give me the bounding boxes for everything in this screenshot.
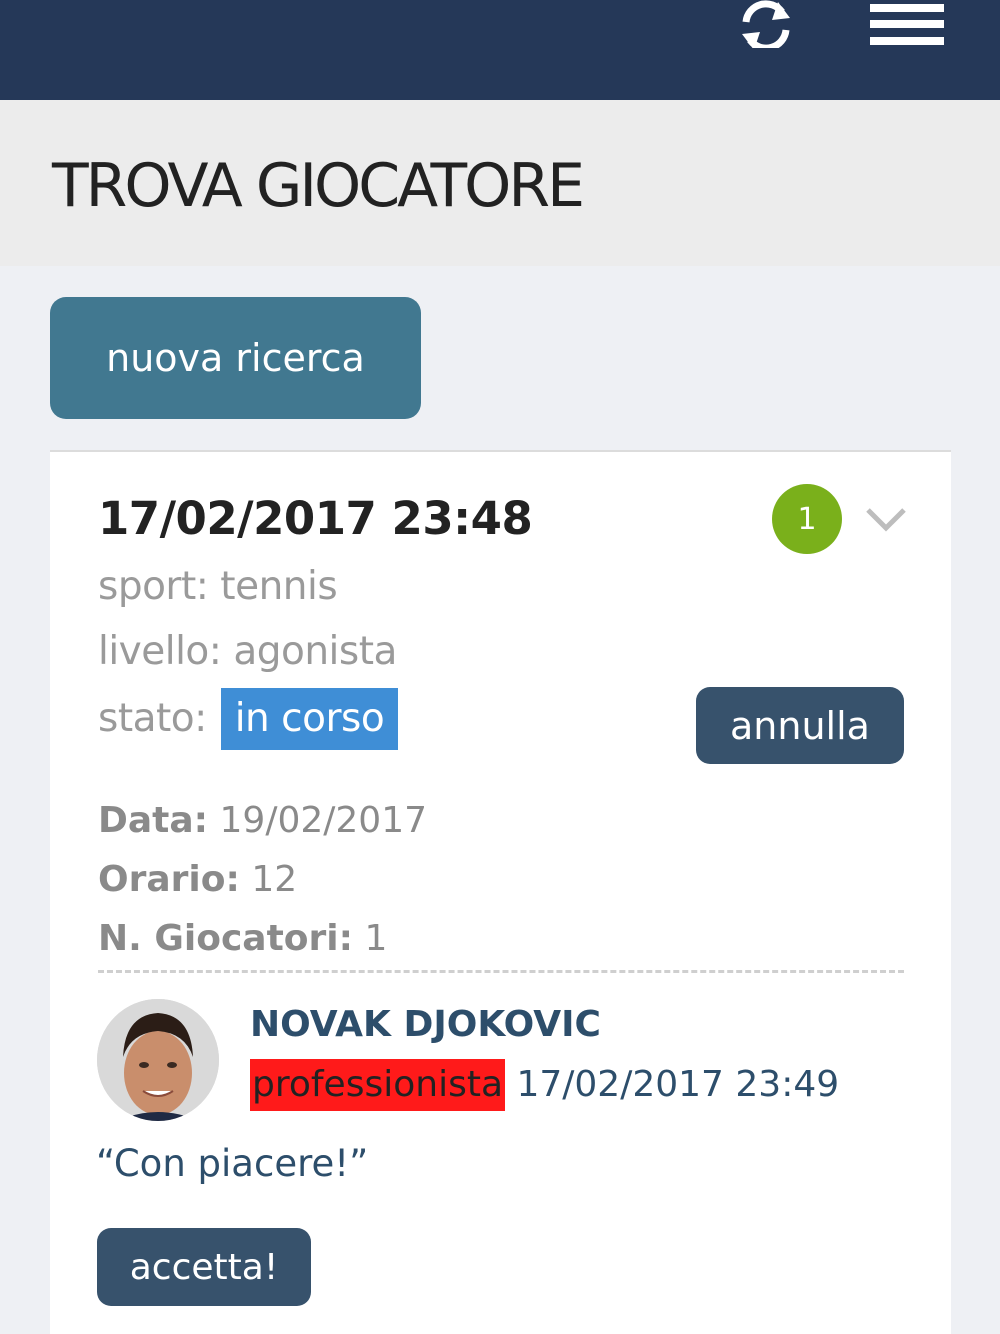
player-name[interactable]: NOVAK DJOKOVIC bbox=[250, 1004, 601, 1045]
state-label: stato: bbox=[98, 696, 207, 741]
page-title: TROVA GIOCATORE bbox=[52, 151, 585, 221]
detail-players-value: 1 bbox=[364, 918, 388, 959]
response-count-badge: 1 bbox=[772, 484, 842, 554]
detail-time-label: Orario: bbox=[98, 859, 240, 900]
dashed-divider bbox=[98, 970, 904, 973]
cancel-button[interactable]: annulla bbox=[696, 687, 904, 764]
search-date: 17/02/2017 23:48 bbox=[98, 492, 533, 545]
detail-players: N. Giocatori: 1 bbox=[98, 918, 387, 959]
detail-players-label: N. Giocatori: bbox=[98, 918, 354, 959]
hamburger-menu-icon[interactable] bbox=[868, 0, 946, 48]
player-info: professionista 17/02/2017 23:49 bbox=[250, 1059, 839, 1111]
detail-date-label: Data: bbox=[98, 800, 209, 841]
accept-button[interactable]: accetta! bbox=[97, 1228, 311, 1306]
detail-time: Orario: 12 bbox=[98, 859, 297, 900]
state-badge: in corso bbox=[220, 688, 399, 750]
detail-date-value: 19/02/2017 bbox=[219, 800, 428, 841]
search-state: stato: in corso bbox=[98, 688, 399, 750]
detail-time-value: 12 bbox=[251, 859, 298, 900]
player-avatar[interactable] bbox=[97, 999, 219, 1121]
response-timestamp: 17/02/2017 23:49 bbox=[516, 1064, 840, 1105]
search-request-card: 17/02/2017 23:48 1 sport: tennis livello… bbox=[50, 450, 951, 1334]
response-message: “Con piacere!” bbox=[96, 1142, 369, 1185]
refresh-icon[interactable] bbox=[738, 0, 794, 52]
search-level: livello: agonista bbox=[98, 629, 397, 674]
top-navigation-bar bbox=[0, 0, 1000, 100]
chevron-down-icon[interactable] bbox=[864, 504, 908, 534]
new-search-button[interactable]: nuova ricerca bbox=[50, 297, 421, 419]
search-sport: sport: tennis bbox=[98, 564, 338, 609]
player-level-badge: professionista bbox=[250, 1059, 505, 1111]
detail-date: Data: 19/02/2017 bbox=[98, 800, 427, 841]
